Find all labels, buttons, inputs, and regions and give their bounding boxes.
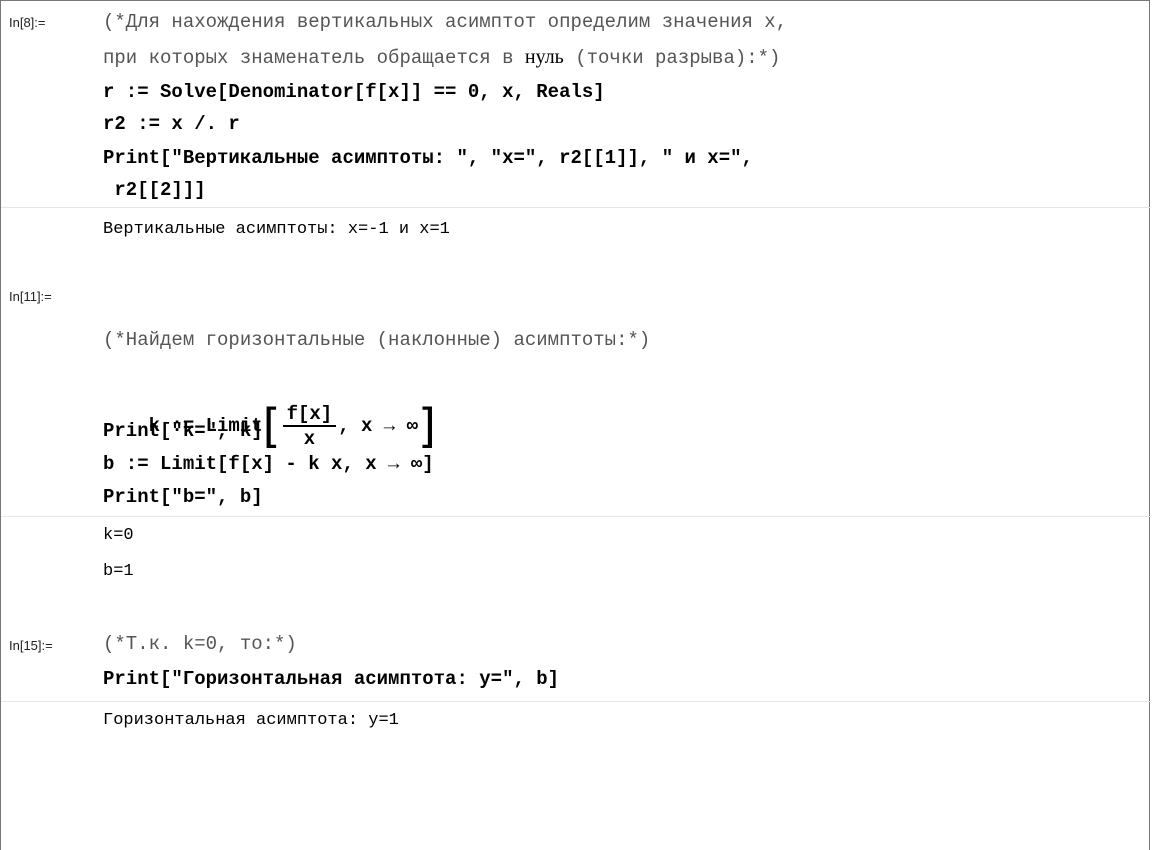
code-print-vertical-cont[interactable]: r2[[2]]] [103,179,205,201]
comment-line-2b: (точки разрыва):*) [563,47,781,69]
fraction-numerator: f[x] [282,404,337,427]
comment-line-2[interactable]: при которых знаменатель обращается в нул… [103,46,780,69]
comment-line-2a: при которых знаменатель обращается в [103,47,525,69]
cell-divider [1,207,1151,208]
comment-since-k-zero[interactable]: (*Т.к. k=0, то:*) [103,633,297,655]
code-r2[interactable]: r2 := x /. r [103,113,240,135]
right-bracket: ] [418,399,436,453]
limit-k-tail: , x → ∞ [338,415,419,438]
fraction: f[x] x [282,404,337,450]
input-label-8: In[8]:= [9,15,46,30]
code-print-vertical[interactable]: Print["Вертикальные асимптоты: ", "x=", … [103,147,753,169]
code-limit-b[interactable]: b := Limit[f[x] - k x, x → ∞] [103,453,434,475]
output-vertical-asymptotes: Вертикальные асимптоты: x=-1 и x=1 [103,220,450,239]
output-b: b=1 [103,562,134,581]
code-print-b[interactable]: Print["b=", b] [103,486,263,508]
code-solve[interactable]: r := Solve[Denominator[f[x]] == 0, x, Re… [103,81,605,103]
comment-horizontal[interactable]: (*Найдем горизонтальные (наклонные) асим… [103,329,650,351]
code-print-horizontal[interactable]: Print["Горизонтальная асимптота: y=", b] [103,668,559,690]
input-label-11: In[11]:= [9,289,52,304]
output-k: k=0 [103,526,134,545]
comment-line-1[interactable]: (*Для нахождения вертикальных асимптот о… [103,11,787,33]
comment-word-zero: нуль [524,46,564,68]
cell-divider [1,516,1151,517]
input-label-15: In[15]:= [9,638,53,653]
notebook-window: In[8]:= (*Для нахождения вертикальных ас… [0,0,1151,850]
cell-divider [1,701,1151,702]
left-bracket: [ [262,399,281,453]
code-print-k[interactable]: Print["k=", k] [103,420,263,442]
fraction-denominator: x [303,427,316,450]
output-horizontal-asymptote: Горизонтальная асимптота: y=1 [103,711,399,730]
